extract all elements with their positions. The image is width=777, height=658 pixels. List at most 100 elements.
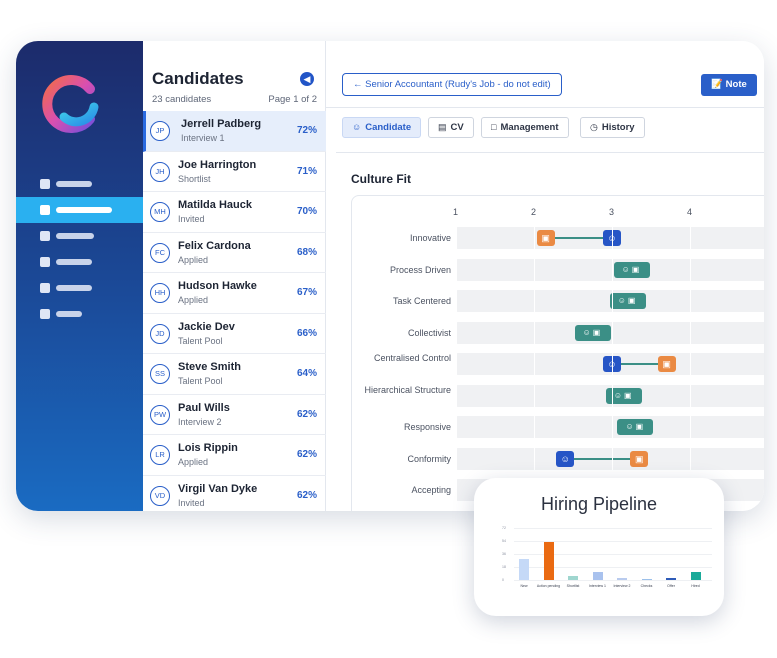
fit-row-label: Conformity (407, 453, 451, 464)
candidate-row[interactable]: JD Jackie Dev Talent Pool 66% (143, 314, 326, 354)
pipeline-bar (543, 542, 554, 580)
candidate-match-score: 62% (296, 489, 317, 501)
pipeline-tick-label: 72 (502, 526, 506, 530)
app-logo (42, 75, 99, 133)
pipeline-tick-label: 0 (502, 578, 504, 582)
candidate-name: Hudson Hawke (178, 280, 257, 292)
fit-row-label: Task Centered (392, 296, 451, 306)
nav-item-6[interactable] (16, 301, 143, 327)
nav-item-1[interactable] (16, 171, 143, 197)
company-marker: ▣ (536, 230, 555, 246)
candidate-match-score: 66% (296, 327, 317, 339)
fit-row-label: Hierarchical Structure (364, 384, 451, 395)
candidate-status: Invited (178, 497, 205, 508)
nav-item-4[interactable] (16, 249, 143, 275)
fit-row-label: Collectivist (407, 327, 451, 338)
avatar: MH (150, 202, 170, 222)
candidates-title: Candidates (152, 69, 244, 88)
tab-management-label: Management (500, 122, 559, 133)
candidate-row[interactable]: LR Lois Rippin Applied 62% (143, 435, 326, 476)
avatar: LR (150, 445, 170, 465)
candidate-status: Shortlist (178, 173, 211, 184)
axis-tick-label: 3 (609, 207, 615, 217)
document-icon: ▤ (438, 122, 447, 132)
candidate-list: JP Jerrell Padberg Interview 1 72% JH Joe Har… (143, 111, 326, 511)
tab-candidate-label: Candidate (365, 122, 412, 133)
fit-gridline (612, 221, 613, 511)
hiring-pipeline-card: Hiring Pipeline 72 54 36 18 0 New Action pendi… (474, 478, 724, 616)
fit-row-label: Innovative (409, 233, 451, 243)
note-label: Note (725, 79, 747, 90)
candidate-row[interactable]: VD Virgil Van Dyke Invited 62% (143, 476, 326, 512)
candidate-match-score: 71% (296, 165, 317, 177)
candidate-match-score: 72% (296, 125, 317, 136)
collapse-panel-icon[interactable]: ◀ (300, 72, 314, 86)
pipeline-category-label: Checks (640, 584, 653, 588)
fit-row-label: Accepting (411, 485, 451, 495)
axis-tick-label: 2 (531, 207, 537, 217)
tab-candidate[interactable]: ☺ Candidate (342, 117, 422, 138)
hiring-pipeline-chart: 72 54 36 18 0 New Action pending Shortlist Inter… (502, 524, 712, 604)
candidate-status: Invited (178, 214, 205, 224)
pipeline-category-label: Action pending (536, 584, 561, 588)
tab-management[interactable]: □ Management (481, 117, 569, 138)
app-window: Candidates ◀ 23 candidates Page 1 of 2 J… (16, 41, 764, 511)
person-icon: ☺ (352, 122, 362, 132)
pipeline-tick-label: 18 (502, 565, 506, 569)
hiring-pipeline-title: Hiring Pipeline (540, 494, 658, 514)
fit-gridline (456, 221, 457, 511)
pipeline-tick-label: 54 (502, 539, 506, 543)
pipeline-category-label: Offer (667, 584, 675, 588)
avatar: VD (150, 485, 170, 506)
candidate-row[interactable]: MH Matilda Hauck Invited 70% (143, 192, 326, 233)
job-back-button[interactable]: ← Senior Accountant (Rudy's Job - do not… (342, 73, 562, 96)
avatar: FC (150, 242, 170, 263)
candidate-row[interactable]: JP Jerrell Padberg Interview 1 72% (143, 111, 326, 152)
candidate-status: Applied (178, 457, 209, 467)
candidate-match-score: 64% (296, 368, 317, 379)
match-marker: ☺▣ (574, 324, 611, 341)
candidate-name: Matilda Hauck (178, 199, 252, 211)
pipeline-bar (690, 572, 701, 580)
pipeline-bar (592, 572, 603, 580)
candidate-match-score: 70% (296, 206, 317, 217)
candidate-row[interactable]: FC Felix Cardona Applied 68% (143, 233, 326, 273)
candidate-name: Joe Harrington (178, 158, 257, 171)
avatar: JP (150, 121, 170, 141)
candidates-panel: Candidates ◀ 23 candidates Page 1 of 2 J… (143, 41, 326, 511)
match-marker: ☺▣ (617, 419, 654, 435)
previous-section-edge (336, 143, 764, 153)
tab-cv[interactable]: ▤ CV (428, 117, 474, 138)
candidate-row[interactable]: PW Paul Wills Interview 2 62% (143, 395, 326, 435)
note-button[interactable]: 📝 Note (701, 74, 757, 96)
candidate-row[interactable]: JH Joe Harrington Shortlist 71% (143, 152, 326, 192)
candidate-status: Applied (178, 295, 209, 305)
candidate-status: Talent Pool (178, 335, 223, 346)
fit-row-label: Process Driven (389, 264, 451, 275)
candidate-name: Paul Wills (178, 401, 230, 414)
pipeline-bar (617, 577, 627, 580)
candidate-match-score: 68% (296, 246, 317, 258)
match-marker: ☺▣ (609, 293, 646, 309)
candidate-name: Steve Smith (178, 361, 241, 373)
pipeline-category-label: New (520, 584, 528, 588)
pipeline-bar (519, 559, 529, 580)
pipeline-category-label: Hired (691, 584, 700, 588)
tab-history[interactable]: ◷ History (580, 117, 645, 138)
candidate-row[interactable]: HH Hudson Hawke Applied 67% (143, 273, 326, 314)
nav-item-candidates[interactable] (16, 197, 143, 223)
nav-item-5[interactable] (16, 275, 143, 301)
header-divider (326, 107, 764, 108)
fit-row-label: Centralised Control (373, 353, 451, 363)
avatar: PW (150, 404, 170, 425)
candidate-row[interactable]: SS Steve Smith Talent Pool 64% (143, 354, 326, 395)
nav-item-3[interactable] (16, 223, 143, 249)
briefcase-icon: □ (491, 122, 497, 132)
tab-history-label: History (601, 122, 635, 133)
candidate-status: Applied (178, 254, 209, 265)
pipeline-gridline (514, 580, 712, 581)
fit-gridline (534, 221, 535, 511)
fit-gap-line (565, 457, 640, 460)
axis-tick-label: 1 (453, 207, 459, 217)
pipeline-gridline (514, 528, 712, 529)
